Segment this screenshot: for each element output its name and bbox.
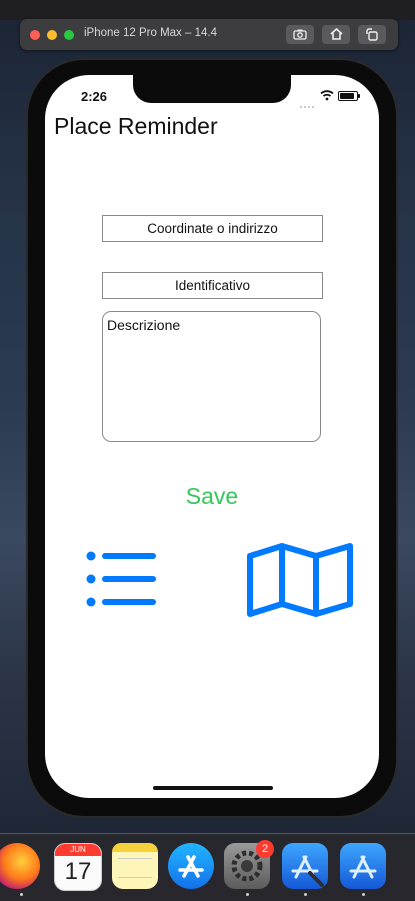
wifi-icon bbox=[320, 90, 334, 101]
macos-menubar-strip bbox=[0, 0, 415, 20]
zoom-window-button[interactable] bbox=[64, 30, 74, 40]
firefox-icon[interactable] bbox=[0, 843, 40, 889]
simulator-titlebar[interactable]: iPhone 12 Pro Max – 14.4 bbox=[20, 19, 398, 50]
calendar-day: 17 bbox=[64, 858, 92, 885]
list-icon[interactable] bbox=[85, 548, 157, 610]
notes-icon[interactable] bbox=[112, 843, 158, 889]
xcode-icon[interactable] bbox=[282, 843, 328, 889]
macos-dock: JUN 17 2 bbox=[0, 833, 415, 901]
simulator-title: iPhone 12 Pro Max – 14.4 bbox=[84, 27, 217, 39]
app-title: Place Reminder bbox=[54, 113, 218, 139]
notes-lines bbox=[118, 858, 152, 878]
running-indicator bbox=[304, 893, 307, 896]
camera-icon bbox=[293, 29, 307, 40]
description-textarea[interactable]: Descrizione bbox=[102, 311, 321, 442]
rotate-button[interactable] bbox=[358, 25, 386, 44]
cellular-signal-icon bbox=[300, 95, 318, 108]
iphone-screen: 2:26 Place Reminder Coordinate o indiriz… bbox=[45, 75, 379, 798]
notes-header bbox=[112, 843, 158, 852]
minimize-window-button[interactable] bbox=[47, 30, 57, 40]
battery-tip bbox=[358, 94, 360, 98]
rotate-icon bbox=[366, 28, 378, 41]
home-indicator[interactable] bbox=[153, 786, 273, 790]
home-button[interactable] bbox=[322, 25, 350, 44]
instruments-icon[interactable] bbox=[340, 843, 386, 889]
running-indicator bbox=[246, 893, 249, 896]
notification-badge: 2 bbox=[256, 840, 274, 858]
hammer-icon bbox=[291, 855, 324, 887]
running-indicator bbox=[362, 893, 365, 896]
save-button[interactable]: Save bbox=[45, 483, 379, 510]
calendar-month: JUN bbox=[55, 844, 101, 856]
running-indicator bbox=[20, 893, 23, 896]
app-store-icon[interactable] bbox=[168, 843, 214, 889]
close-window-button[interactable] bbox=[30, 30, 40, 40]
identifier-field[interactable]: Identificativo bbox=[102, 272, 323, 299]
coordinate-field[interactable]: Coordinate o indirizzo bbox=[102, 215, 323, 242]
calendar-icon[interactable]: JUN 17 bbox=[54, 843, 102, 891]
status-time: 2:26 bbox=[81, 89, 108, 104]
battery-icon bbox=[338, 91, 358, 101]
map-icon[interactable] bbox=[246, 542, 354, 617]
xcode-glyph-icon bbox=[349, 855, 377, 879]
screenshot-button[interactable] bbox=[286, 25, 314, 44]
home-icon bbox=[329, 27, 343, 40]
app-store-glyph-icon bbox=[178, 855, 204, 878]
notch bbox=[133, 75, 291, 103]
